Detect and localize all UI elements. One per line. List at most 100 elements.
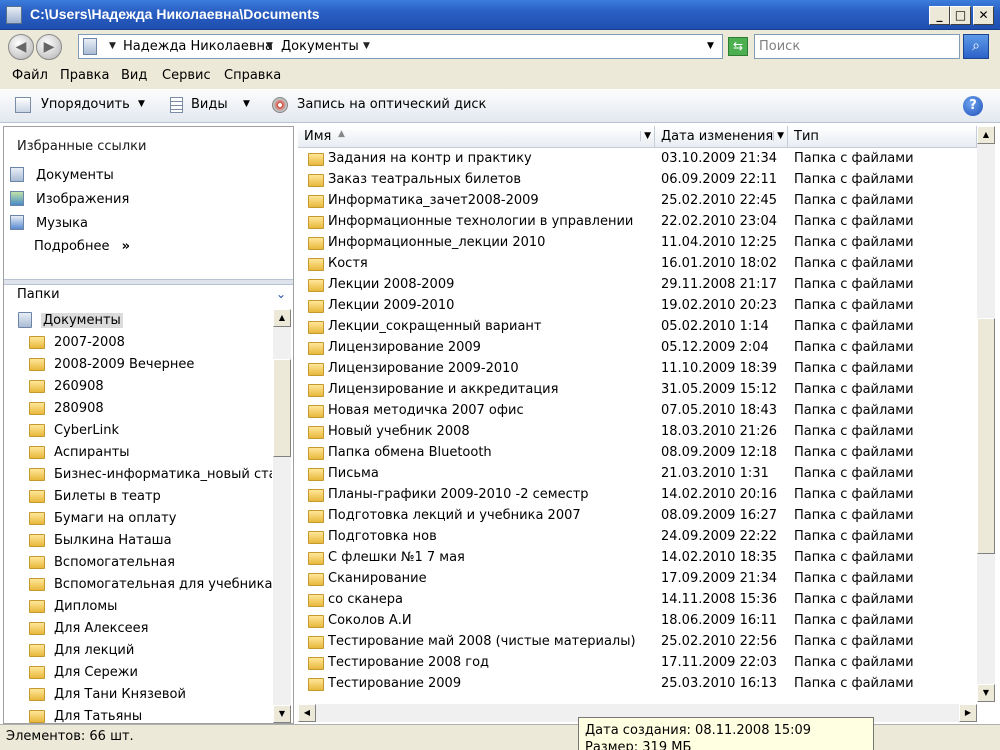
file-type: Папка с файлами	[794, 382, 914, 397]
file-date: 25.03.2010 16:13	[661, 676, 778, 691]
address-box[interactable]: ▼ Надежда Николаевна ▼ Документы ▼ ▼	[78, 34, 723, 59]
column-header-type[interactable]: Тип	[788, 126, 977, 148]
burn-disc-button[interactable]: Запись на оптический диск	[297, 97, 486, 112]
folder-icon	[29, 446, 45, 459]
folder-icon	[308, 174, 324, 187]
menu-edit[interactable]: Правка	[60, 68, 109, 83]
scroll-right-icon[interactable]: ▶	[959, 704, 977, 722]
refresh-button[interactable]: ⇆	[728, 37, 748, 56]
file-row[interactable]: Тестирование 2008 год 17.11.2009 22:03 Пап…	[298, 653, 975, 674]
file-row[interactable]: Лекции 2008-2009 29.11.2008 21:17 Папка с …	[298, 275, 975, 296]
file-row[interactable]: Папка обмена Bluetooth 08.09.2009 12:18 Па…	[298, 443, 975, 464]
folder-icon	[308, 678, 324, 691]
search-input[interactable]: Поиск	[754, 34, 960, 59]
file-row[interactable]: Лицензирование 2009 05.12.2009 2:04 Папка …	[298, 338, 975, 359]
file-row[interactable]: Подготовка нов 24.09.2009 22:22 Папка с фа…	[298, 527, 975, 548]
file-row[interactable]: Информационные_лекции 2010 11.04.2010 12:…	[298, 233, 975, 254]
file-row[interactable]: со сканера 14.11.2008 15:36 Папка с файлам…	[298, 590, 975, 611]
file-list: Задания на контр и практику 03.10.2009 21…	[298, 148, 975, 702]
folder-icon	[29, 380, 45, 393]
favorite-documents[interactable]: Документы	[10, 167, 114, 183]
file-date: 21.03.2010 1:31	[661, 466, 769, 481]
column-filter-icon[interactable]: ▼	[773, 131, 784, 141]
scroll-down-icon[interactable]: ▼	[977, 684, 995, 702]
minimize-button[interactable]: _	[929, 6, 950, 25]
column-header-date[interactable]: Дата изменения ▼	[655, 126, 788, 148]
organize-dropdown-icon[interactable]: ▼	[138, 99, 145, 109]
scroll-up-icon[interactable]: ▲	[273, 309, 291, 327]
file-row[interactable]: Лекции 2009-2010 19.02.2010 20:23 Папка с …	[298, 296, 975, 317]
file-row[interactable]: Новый учебник 2008 18.03.2010 21:26 Папка …	[298, 422, 975, 443]
folder-icon	[308, 279, 324, 292]
file-row[interactable]: Письма 21.03.2010 1:31 Папка с файлами	[298, 464, 975, 485]
file-row[interactable]: Тестирование 2009 25.03.2010 16:13 Папка с…	[298, 674, 975, 695]
file-type: Папка с файлами	[794, 277, 914, 292]
breadcrumb-documents[interactable]: Документы	[281, 39, 359, 54]
file-row[interactable]: Лицензирование и аккредитация 31.05.2009 …	[298, 380, 975, 401]
scroll-thumb[interactable]	[273, 359, 291, 457]
file-row[interactable]: Лицензирование 2009-2010 11.10.2009 18:39…	[298, 359, 975, 380]
file-row[interactable]: С флешки №1 7 мая 14.02.2010 18:35 Папка с…	[298, 548, 975, 569]
file-row[interactable]: Лекции_сокращенный вариант 05.02.2010 1:1…	[298, 317, 975, 338]
views-dropdown-icon[interactable]: ▼	[243, 99, 250, 109]
file-type: Папка с файлами	[794, 508, 914, 523]
file-type: Папка с файлами	[794, 403, 914, 418]
file-row[interactable]: Подготовка лекций и учебника 2007 08.09.2…	[298, 506, 975, 527]
file-date: 03.10.2009 21:34	[661, 151, 778, 166]
tree-item-label: CyberLink	[54, 423, 119, 438]
breadcrumb-arrow-icon[interactable]: ▼	[109, 41, 116, 51]
breadcrumb-arrow-icon[interactable]: ▼	[363, 41, 370, 51]
folder-icon	[308, 615, 324, 628]
tree-item-label: Билеты в театр	[54, 489, 161, 504]
file-row[interactable]: Информационные технологии в управлении 22…	[298, 212, 975, 233]
chevron-down-icon[interactable]: ⌄	[276, 287, 286, 301]
folder-icon	[29, 710, 45, 723]
folders-title[interactable]: Папки	[17, 287, 60, 302]
pictures-icon	[10, 191, 24, 206]
folder-icon	[29, 402, 45, 415]
breadcrumb-arrow-icon[interactable]: ▼	[266, 41, 273, 51]
help-button[interactable]: ?	[963, 96, 983, 116]
file-row[interactable]: Новая методичка 2007 офис 07.05.2010 18:4…	[298, 401, 975, 422]
folder-icon	[308, 258, 324, 271]
menu-help[interactable]: Справка	[224, 68, 281, 83]
tree-item-label: 2008-2009 Вечернее	[54, 357, 195, 372]
file-row[interactable]: Костя 16.01.2010 18:02 Папка с файлами	[298, 254, 975, 275]
file-name: Подготовка лекций и учебника 2007	[328, 508, 581, 523]
back-button[interactable]: ◀	[8, 34, 34, 60]
favorites-more-link[interactable]: Подробнее »	[34, 239, 130, 254]
menu-view[interactable]: Вид	[121, 68, 147, 83]
file-row[interactable]: Сканирование 17.09.2009 21:34 Папка с файл…	[298, 569, 975, 590]
close-button[interactable]: ✕	[973, 6, 994, 25]
scroll-down-icon[interactable]: ▼	[273, 705, 291, 723]
favorite-pictures[interactable]: Изображения	[10, 191, 129, 207]
forward-button[interactable]: ▶	[36, 34, 62, 60]
breadcrumb-user[interactable]: Надежда Николаевна	[123, 39, 273, 54]
menu-file[interactable]: Файл	[12, 68, 48, 83]
folder-tree-scrollbar[interactable]: ▲ ▼	[273, 309, 291, 723]
folder-icon	[308, 300, 324, 313]
file-row[interactable]: Соколов А.И 18.06.2009 16:11 Папка с файла…	[298, 611, 975, 632]
file-row[interactable]: Информатика_зачет2008-2009 25.02.2010 22:…	[298, 191, 975, 212]
pane-splitter[interactable]	[4, 279, 293, 285]
file-row[interactable]: Заказ театральных билетов 06.09.2009 22:1…	[298, 170, 975, 191]
maximize-button[interactable]: □	[950, 6, 971, 25]
column-filter-icon[interactable]: ▼	[640, 131, 651, 141]
favorite-music[interactable]: Музыка	[10, 215, 88, 231]
address-history-dropdown-icon[interactable]: ▼	[707, 41, 714, 51]
file-date: 11.10.2009 18:39	[661, 361, 778, 376]
column-header-name[interactable]: Имя ▲ ▼	[298, 126, 655, 148]
file-row[interactable]: Планы-графики 2009-2010 -2 семестр 14.02.…	[298, 485, 975, 506]
scroll-left-icon[interactable]: ◀	[298, 704, 316, 722]
file-name: Папка обмена Bluetooth	[328, 445, 492, 460]
scroll-up-icon[interactable]: ▲	[977, 126, 995, 144]
file-row[interactable]: Задания на контр и практику 03.10.2009 21…	[298, 149, 975, 170]
file-row[interactable]: Тестирование май 2008 (чистые материалы)…	[298, 632, 975, 653]
search-button[interactable]: ⌕	[963, 34, 989, 59]
scroll-thumb[interactable]	[977, 318, 995, 554]
file-type: Папка с файлами	[794, 319, 914, 334]
views-button[interactable]: Виды	[191, 97, 228, 112]
organize-button[interactable]: Упорядочить	[41, 97, 130, 112]
file-list-vscrollbar[interactable]: ▲ ▼	[977, 126, 995, 702]
menu-tools[interactable]: Сервис	[162, 68, 211, 83]
